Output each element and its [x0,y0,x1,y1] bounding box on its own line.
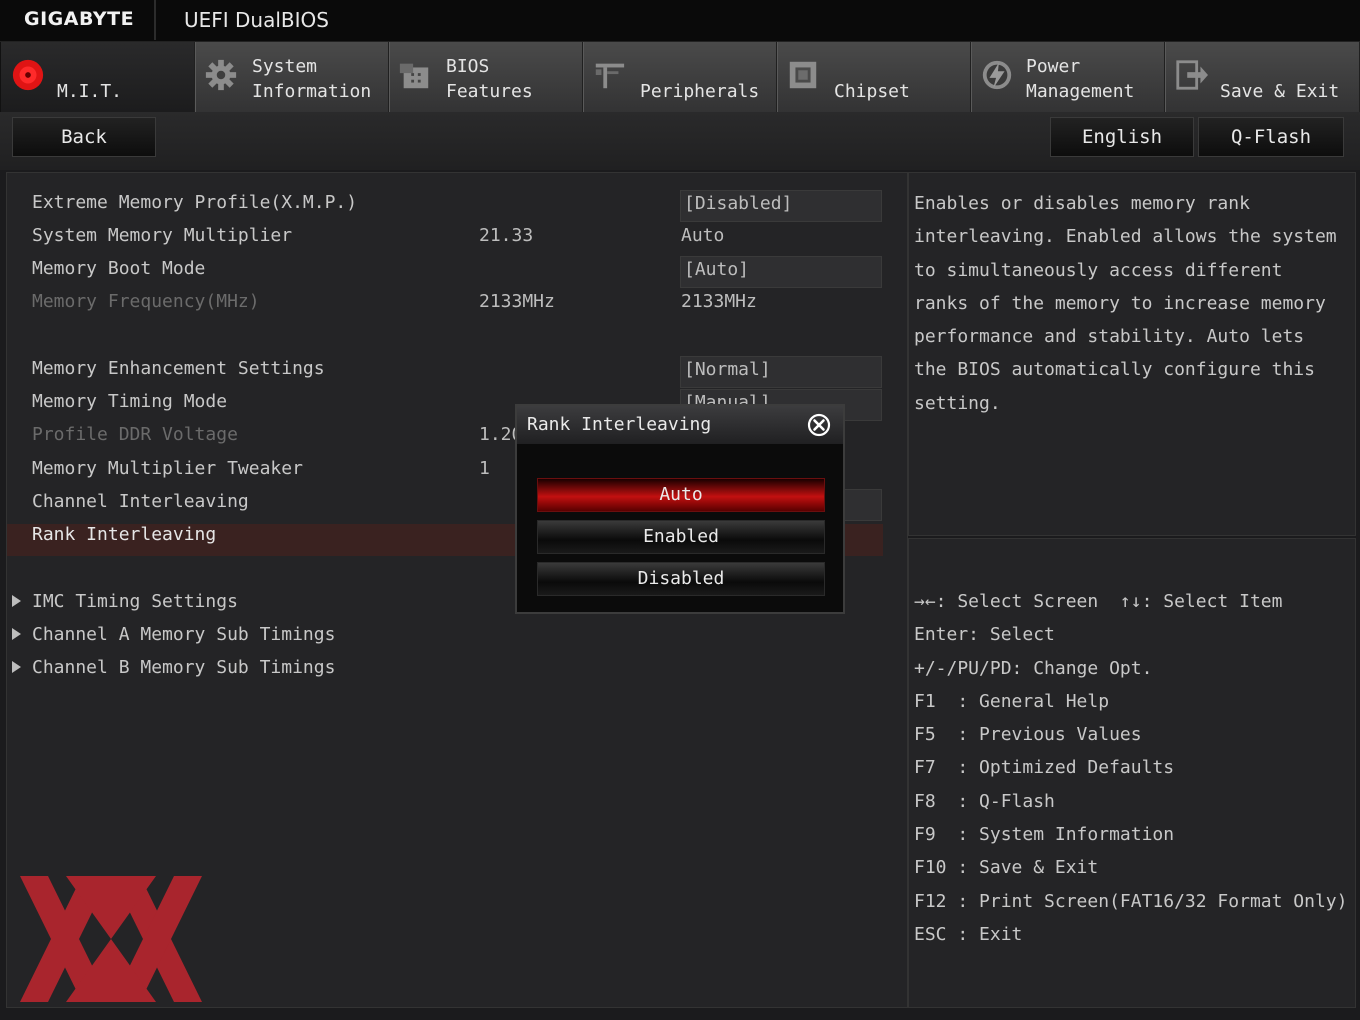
tab-chipset[interactable]: Chipset [777,42,971,112]
qflash-button[interactable]: Q-Flash [1198,117,1344,157]
setting-label-memory-boot-mode[interactable]: Memory Boot Mode [32,258,205,279]
submenu-channel-a-timings[interactable]: Channel A Memory Sub Timings [32,624,335,645]
setting-label-memory-enhancement[interactable]: Memory Enhancement Settings [32,358,325,379]
setting-label-memory-timing-mode[interactable]: Memory Timing Mode [32,391,227,412]
help-text-line: interleaving. Enabled allows the system [914,226,1337,248]
xx-watermark-logo [20,876,202,1002]
chipset-icon [789,61,817,89]
key-hint: →←: Select Screen ↑↓: Select Item [914,591,1283,612]
setting-current-memory-multiplier-tweaker: 1 [479,458,490,479]
bios-chip-icon [399,63,429,89]
submenu-channel-b-timings[interactable]: Channel B Memory Sub Timings [32,657,335,678]
tab-label: Chipset [834,81,910,102]
option-auto[interactable]: Auto [537,478,825,512]
tab-bar: M.I.T. System Information BIOS Features [0,42,1360,112]
tab-label: Peripherals [640,81,760,102]
setting-label-memory-multiplier-tweaker[interactable]: Memory Multiplier Tweaker [32,458,303,479]
tab-bios-features[interactable]: BIOS Features [389,42,583,112]
option-popup-dialog: Rank Interleaving Auto Enabled Disabled [515,404,845,614]
key-hint: Enter: Select [914,624,1055,646]
language-button[interactable]: English [1050,117,1194,157]
help-text-line: Enables or disables memory rank [914,193,1250,214]
key-hint: F1 : General Help [914,690,1110,712]
mit-red-dot-icon [12,59,44,91]
tab-save-exit[interactable]: Save & Exit [1165,42,1360,112]
back-button[interactable]: Back [12,117,156,157]
help-text-line: to simultaneously access different [914,259,1283,281]
tab-label: M.I.T. [57,81,123,102]
key-hint: F9 : System Information [914,824,1175,846]
key-hint: F12 : Print Screen(FAT16/32 Format Only) [914,890,1348,912]
key-hint: ESC : Exit [914,923,1023,945]
key-hint: F10 : Save & Exit [914,857,1099,879]
key-legend-panel: →←: Select Screen ↑↓: Select Item Enter:… [908,538,1356,1008]
popup-title: Rank Interleaving [527,414,712,435]
gear-icon [205,59,237,91]
tab-power-management[interactable]: Power Management [971,42,1165,112]
close-icon[interactable] [807,413,831,437]
setting-value-memory-multiplier[interactable]: Auto [681,225,724,246]
setting-current-memory-multiplier: 21.33 [479,225,534,246]
setting-value-memory-enhancement[interactable]: [Normal] [680,356,882,388]
setting-label-memory-multiplier[interactable]: System Memory Multiplier [32,225,292,246]
setting-label-rank-interleaving[interactable]: Rank Interleaving [32,524,216,545]
setting-value-memory-boot-mode[interactable]: [Auto] [680,256,882,288]
setting-value-memory-frequency: 2133MHz [681,291,757,312]
tab-label: Power Management [1026,56,1135,102]
submenu-imc-timing[interactable]: IMC Timing Settings [32,591,238,612]
key-hint: F8 : Q-Flash [914,790,1055,812]
key-hint: F5 : Previous Values [914,724,1142,746]
submenu-arrow-icon [12,595,21,607]
tab-label: Save & Exit [1220,81,1340,102]
submenu-arrow-icon [12,628,21,640]
tab-label: System Information [252,56,372,102]
tab-system-information[interactable]: System Information [195,42,389,112]
top-bar: GIGABYTE UEFI DualBIOS [0,0,1360,42]
action-bar: Back English Q-Flash [0,112,1360,170]
setting-current-memory-frequency: 2133MHz [479,291,555,312]
peripherals-icon [595,63,625,89]
option-disabled[interactable]: Disabled [537,562,825,596]
submenu-arrow-icon [12,661,21,673]
help-text-line: setting. [914,392,1001,414]
popup-title-bar: Rank Interleaving [517,406,843,444]
exit-icon [1176,60,1208,90]
setting-label-channel-interleaving[interactable]: Channel Interleaving [32,491,249,512]
setting-label-profile-ddr-voltage: Profile DDR Voltage [32,424,238,445]
divider [154,0,156,40]
key-hint: +/-/PU/PD: Change Opt. [914,657,1153,679]
key-hint: F7 : Optimized Defaults [914,757,1175,779]
setting-label-xmp[interactable]: Extreme Memory Profile(X.M.P.) [32,192,357,213]
brand-logo: GIGABYTE [24,8,135,30]
help-panel: Enables or disables memory rank interlea… [908,172,1356,536]
setting-label-memory-frequency: Memory Frequency(MHz) [32,291,260,312]
tab-label: BIOS Features [446,56,533,102]
power-icon [982,60,1012,90]
help-text-line: performance and stability. Auto lets [914,326,1305,348]
tab-mit[interactable]: M.I.T. [0,42,195,112]
option-enabled[interactable]: Enabled [537,520,825,554]
help-text-line: the BIOS automatically configure this [914,359,1315,381]
tab-peripherals[interactable]: Peripherals [583,42,777,112]
help-text-line: ranks of the memory to increase memory [914,292,1326,314]
setting-value-xmp[interactable]: [Disabled] [680,190,882,222]
product-title: UEFI DualBIOS [184,8,329,32]
